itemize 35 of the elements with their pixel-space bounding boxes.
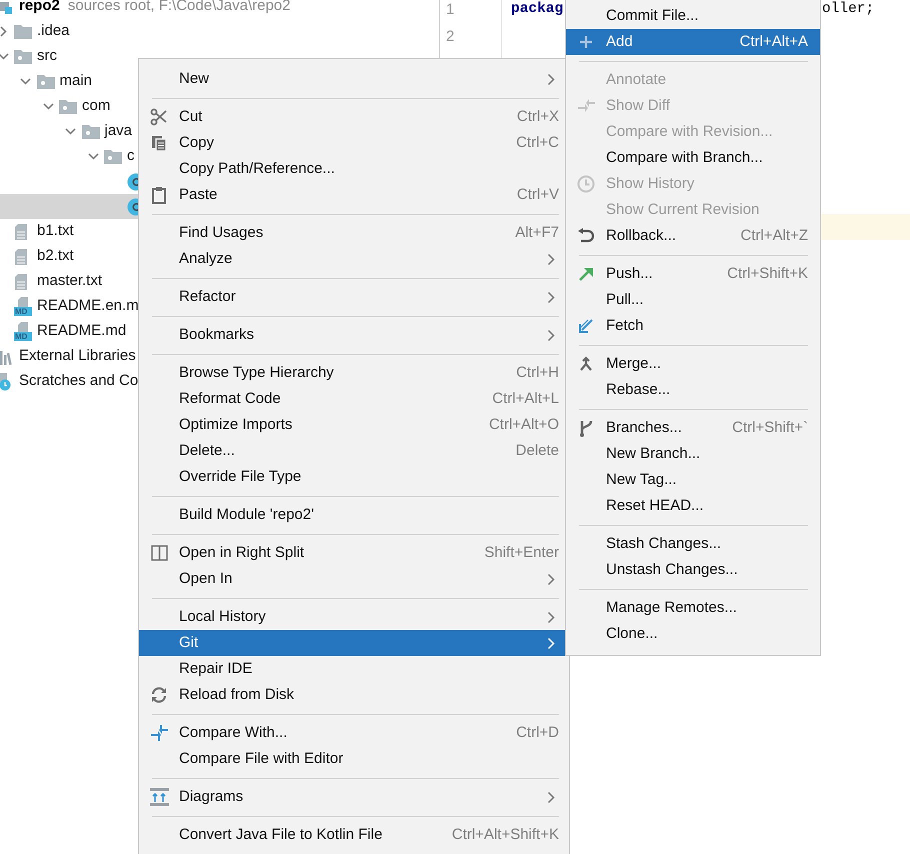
shortcut-text: Ctrl+Shift+` <box>732 418 808 438</box>
tree-item-label: .idea <box>37 21 70 42</box>
shortcut-text: Ctrl+C <box>516 132 559 153</box>
tree-item-label: src <box>37 46 57 66</box>
shortcut-text: Ctrl+V <box>516 184 559 205</box>
tree-item-label: c <box>127 146 134 166</box>
code-keyword: packag <box>511 1 564 17</box>
shortcut-text: Ctrl+Shift+K <box>727 264 808 284</box>
tree-item-label: External Libraries <box>19 346 136 366</box>
shortcut-text: Ctrl+X <box>516 106 559 127</box>
tree-item-label: com <box>82 96 110 116</box>
shortcut-text: Ctrl+Alt+A <box>740 32 808 52</box>
shortcut-text: Ctrl+Alt+L <box>492 388 559 409</box>
shortcut-text: Ctrl+Alt+Z <box>740 226 808 246</box>
tree-item-label: b1.txt <box>37 221 74 242</box>
line-number: 1 <box>445 0 456 20</box>
tree-item-label: b2.txt <box>37 246 74 266</box>
file-type-badge: MD <box>14 307 32 316</box>
tree-item-label: README.md <box>37 321 126 342</box>
code-text: oller; <box>822 0 874 19</box>
tree-item-label: README.en.m <box>37 296 139 316</box>
file-type-badge: MD <box>14 332 32 341</box>
shortcut-text: Ctrl+H <box>516 362 559 383</box>
tree-item-label: Scratches and Co <box>19 371 138 392</box>
shortcut-text: Delete <box>516 440 559 461</box>
shortcut-text: Ctrl+Alt+Shift+K <box>452 824 559 845</box>
tree-item-label: java <box>104 121 132 142</box>
shortcut-text: Alt+F7 <box>515 222 559 243</box>
tree-item-label: master.txt <box>37 271 102 292</box>
tree-item-label: main <box>60 71 92 92</box>
shortcut-text: Ctrl+D <box>516 722 559 743</box>
shortcut-text: Ctrl+Alt+O <box>488 414 559 435</box>
tree-item-label: repo2 <box>19 0 60 16</box>
line-number: 2 <box>445 27 456 47</box>
shortcut-text: Shift+Enter <box>484 542 559 563</box>
